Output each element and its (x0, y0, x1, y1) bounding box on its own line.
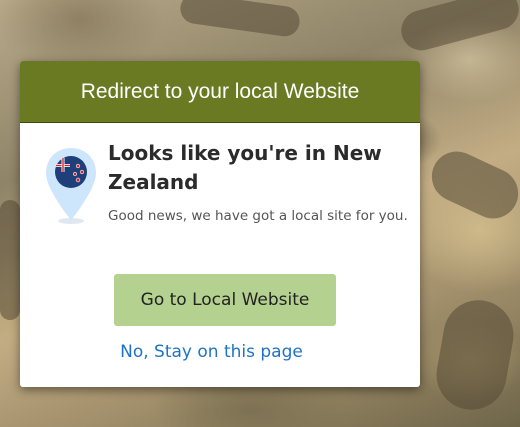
background-camo-shape (430, 294, 520, 416)
background-camo-shape (178, 0, 302, 39)
redirect-modal: Redirect to your local Website Looks lik… (20, 61, 420, 387)
go-to-local-website-button[interactable]: Go to Local Website (114, 274, 336, 326)
modal-header: Redirect to your local Website (20, 61, 420, 123)
background-camo-shape (396, 0, 520, 55)
new-zealand-flag-pin-icon (46, 148, 96, 224)
background-camo-shape (0, 200, 20, 320)
stay-on-page-link[interactable]: No, Stay on this page (20, 342, 403, 362)
location-subtext: Good news, we have got a local site for … (108, 208, 408, 224)
location-headline: Looks like you're in New Zealand (108, 141, 382, 194)
modal-title: Redirect to your local Website (80, 79, 360, 103)
background-camo-shape (423, 143, 520, 227)
